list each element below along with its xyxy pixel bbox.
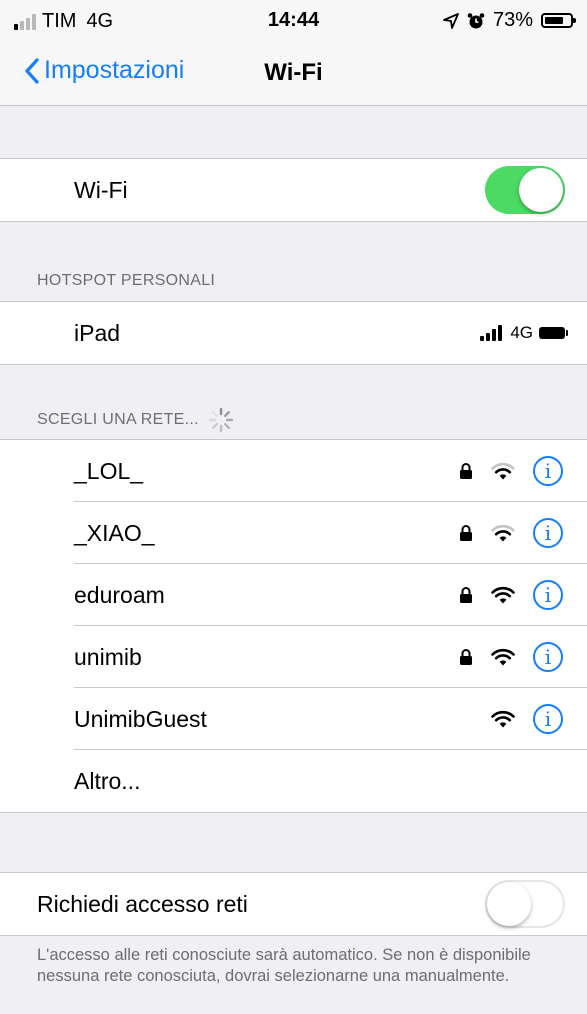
lock-icon xyxy=(460,587,472,603)
wifi-signal-icon xyxy=(491,710,515,728)
hotspot-network-type: 4G xyxy=(510,323,533,342)
loading-spinner-icon xyxy=(208,407,234,433)
hotspot-section-header: HOTSPOT PERSONALI xyxy=(37,272,216,289)
networks-header-label: SCEGLI UNA RETE... xyxy=(37,411,199,428)
network-accessories: i xyxy=(459,564,563,626)
wifi-toggle-group: Wi-Fi xyxy=(0,158,587,222)
battery-icon xyxy=(539,327,568,339)
status-bar: TIM 4G 14:44 73% xyxy=(0,0,587,42)
lock-icon xyxy=(460,649,472,665)
battery-fill xyxy=(545,17,563,24)
info-button[interactable]: i xyxy=(533,704,563,734)
ask-join-toggle[interactable] xyxy=(485,880,565,928)
hotspot-group: iPad 4G xyxy=(0,301,587,365)
ask-join-group: Richiedi accesso reti xyxy=(0,872,587,936)
network-row[interactable]: _XIAO_ i xyxy=(0,502,587,564)
network-name: _LOL_ xyxy=(74,457,144,484)
status-right: 73% xyxy=(443,9,576,32)
info-button[interactable]: i xyxy=(533,456,563,486)
toggle-knob xyxy=(519,168,563,212)
wifi-toggle-row: Wi-Fi xyxy=(0,159,587,221)
wifi-signal-icon xyxy=(491,524,515,542)
hotspot-device-name: iPad xyxy=(74,319,121,346)
alarm-clock-icon xyxy=(467,12,485,28)
network-name: unimib xyxy=(74,643,142,670)
ask-join-footer: L'accesso alle reti conosciute sarà auto… xyxy=(37,946,531,985)
network-row[interactable]: unimib i xyxy=(0,626,587,688)
hotspot-row[interactable]: iPad 4G xyxy=(0,302,587,364)
other-network-label: Altro... xyxy=(74,767,141,794)
hotspot-status: 4G xyxy=(480,302,568,364)
page-title: Wi-Fi xyxy=(264,59,323,86)
networks-list: _LOL_ i _XIAO_ i eduroam i unimib i UnimibGuest i… xyxy=(0,439,587,813)
other-network-row[interactable]: Altro... xyxy=(0,750,587,812)
ask-join-row: Richiedi accesso reti xyxy=(0,873,587,935)
navigation-bar: Impostazioni Wi-Fi xyxy=(0,42,587,106)
wifi-signal-icon xyxy=(491,462,515,480)
info-button[interactable]: i xyxy=(533,580,563,610)
network-rows: _LOL_ i _XIAO_ i eduroam i unimib i UnimibGuest i xyxy=(0,440,587,750)
network-row[interactable]: _LOL_ i xyxy=(0,440,587,502)
cellular-signal-icon xyxy=(480,325,503,341)
battery-icon xyxy=(541,13,576,28)
lock-icon xyxy=(460,525,472,541)
info-button[interactable]: i xyxy=(533,518,563,548)
network-name: UnimibGuest xyxy=(74,705,207,732)
info-button[interactable]: i xyxy=(533,642,563,672)
wifi-label: Wi-Fi xyxy=(74,176,128,203)
network-accessories: i xyxy=(459,626,563,688)
toggle-knob xyxy=(487,882,531,926)
ask-join-label: Richiedi accesso reti xyxy=(37,890,248,917)
lock-icon xyxy=(460,463,472,479)
network-accessories: i xyxy=(491,688,563,750)
wifi-signal-icon xyxy=(491,648,515,666)
network-accessories: i xyxy=(459,502,563,564)
network-accessories: i xyxy=(459,440,563,502)
networks-section-header: SCEGLI UNA RETE... xyxy=(37,406,235,434)
network-name: eduroam xyxy=(74,581,165,608)
network-row[interactable]: UnimibGuest i xyxy=(0,688,587,750)
wifi-toggle[interactable] xyxy=(485,166,565,214)
network-row[interactable]: eduroam i xyxy=(0,564,587,626)
battery-percent: 73% xyxy=(492,9,533,31)
wifi-signal-icon xyxy=(491,586,515,604)
network-name: _XIAO_ xyxy=(74,519,155,546)
location-arrow-icon xyxy=(443,12,459,29)
